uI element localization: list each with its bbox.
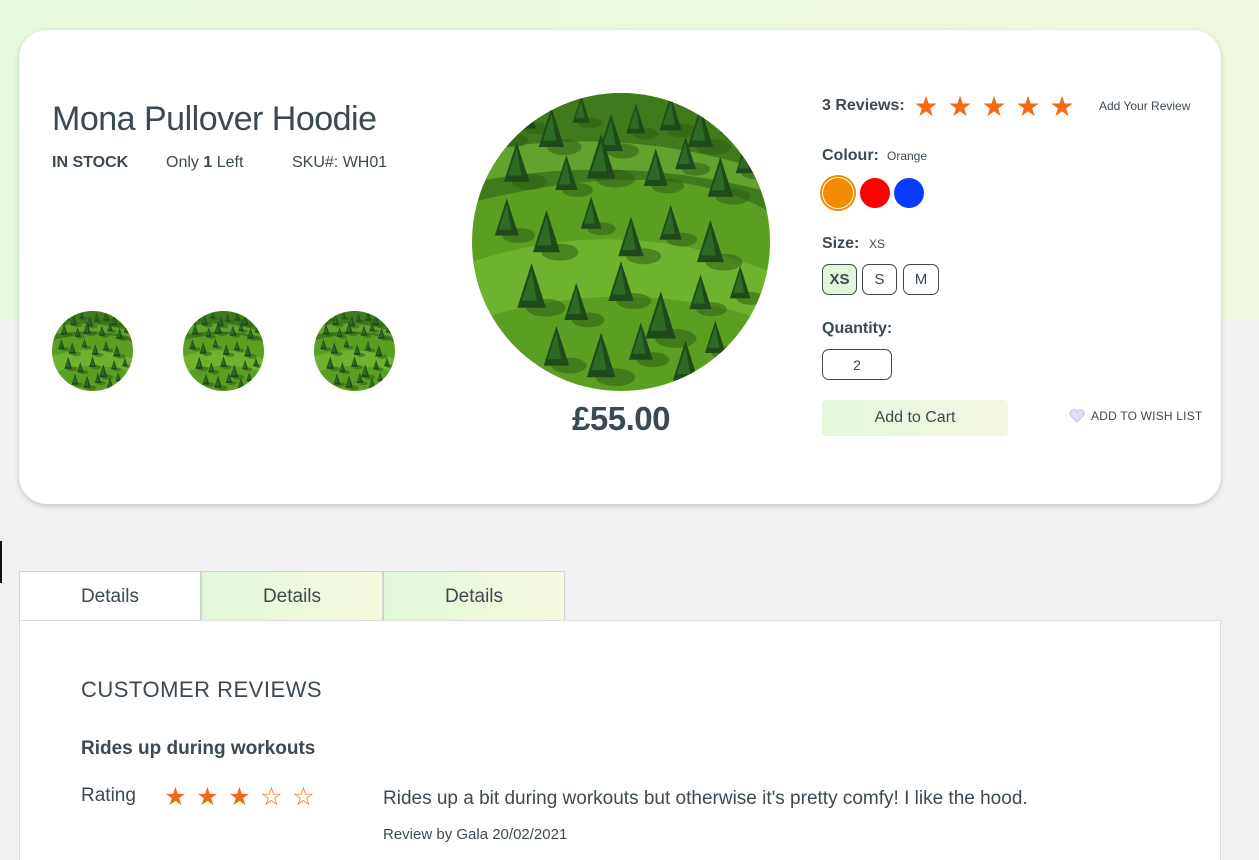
thumbnail-image-2[interactable] bbox=[183, 311, 264, 391]
reviews-panel: CUSTOMER REVIEWS Rides up during workout… bbox=[19, 620, 1221, 860]
thumbnail-image-1[interactable] bbox=[52, 311, 133, 391]
size-option-xs[interactable]: XS bbox=[822, 264, 857, 295]
review-text: Rides up a bit during workouts but other… bbox=[383, 788, 1028, 809]
stock-suffix: Left bbox=[212, 154, 244, 171]
add-to-cart-button[interactable]: Add to Cart bbox=[822, 400, 1008, 436]
rating-label: Rating bbox=[81, 785, 136, 806]
size-option-s[interactable]: S bbox=[862, 264, 897, 295]
size-selected-value: XS bbox=[869, 237, 886, 251]
star-filled-icon: ★ bbox=[164, 783, 187, 811]
heart-icon bbox=[1069, 409, 1085, 423]
customer-reviews-heading: CUSTOMER REVIEWS bbox=[81, 677, 323, 702]
quantity-label: Quantity: bbox=[822, 320, 893, 337]
swatch-orange[interactable] bbox=[820, 175, 856, 211]
star-filled-icon: ★ bbox=[947, 91, 973, 122]
tab-details-2[interactable]: Details bbox=[201, 571, 383, 621]
add-to-wish-list-link[interactable]: ADD TO WISH LIST bbox=[1069, 409, 1202, 423]
star-filled-icon: ★ bbox=[196, 783, 219, 811]
text-cursor bbox=[0, 541, 2, 583]
star-filled-icon: ★ bbox=[1015, 91, 1041, 122]
wish-list-label: ADD TO WISH LIST bbox=[1091, 409, 1203, 423]
swatch-red[interactable] bbox=[860, 178, 890, 208]
tab-details-1[interactable]: Details bbox=[19, 571, 201, 621]
star-outline-icon: ☆ bbox=[260, 783, 283, 811]
review-rating-stars: ★ ★ ★ ☆ ☆ bbox=[163, 782, 316, 812]
star-filled-icon: ★ bbox=[228, 783, 251, 811]
star-filled-icon: ★ bbox=[1049, 91, 1075, 122]
star-filled-icon: ★ bbox=[913, 91, 939, 122]
reviews-count: 3 Reviews: bbox=[822, 97, 905, 114]
product-sku: SKU#: WH01 bbox=[292, 154, 388, 171]
product-card: Mona Pullover Hoodie IN STOCK Only 1 Lef… bbox=[19, 30, 1221, 504]
quantity-input[interactable] bbox=[822, 349, 892, 380]
review-byline: Review by Gala 20/02/2021 bbox=[383, 826, 568, 843]
tab-details-3[interactable]: Details bbox=[383, 571, 565, 621]
product-price: £55.00 bbox=[572, 400, 670, 437]
add-review-link[interactable]: Add Your Review bbox=[1099, 99, 1190, 113]
star-outline-icon: ☆ bbox=[292, 783, 315, 811]
colour-label: Colour: bbox=[822, 147, 879, 164]
review-title: Rides up during workouts bbox=[81, 738, 316, 759]
colour-selected-value: Orange bbox=[887, 149, 928, 163]
main-product-image bbox=[472, 93, 770, 391]
stock-count: 1 bbox=[203, 154, 213, 171]
stock-status: IN STOCK bbox=[52, 154, 129, 171]
product-title: Mona Pullover Hoodie bbox=[52, 100, 377, 138]
size-option-m[interactable]: M bbox=[903, 264, 939, 295]
size-label: Size: bbox=[822, 235, 860, 252]
stock-prefix: Only bbox=[166, 154, 204, 171]
swatch-blue[interactable] bbox=[894, 178, 924, 208]
stock-remaining: Only 1 Left bbox=[166, 154, 243, 172]
summary-rating-stars: ★ ★ ★ ★ ★ bbox=[913, 92, 1075, 122]
thumbnail-image-3[interactable] bbox=[314, 311, 395, 391]
star-filled-icon: ★ bbox=[981, 91, 1007, 122]
